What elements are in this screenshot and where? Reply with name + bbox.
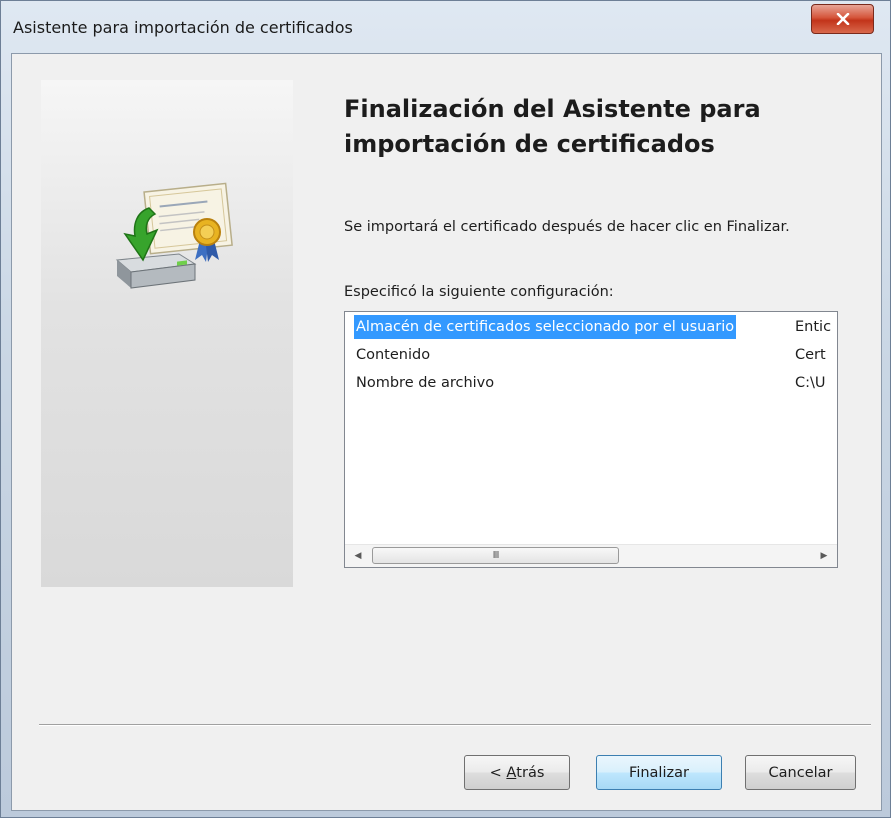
scrollbar-thumb[interactable]: III [372, 547, 619, 564]
button-separator [39, 724, 871, 726]
window-title: Asistente para importación de certificad… [13, 18, 353, 37]
scroll-left-arrow-icon[interactable]: ◀ [347, 545, 369, 567]
settings-list-label: Especificó la siguiente configuración: [344, 284, 614, 300]
finish-button[interactable]: Finalizar [596, 755, 722, 790]
back-button-label: trás [516, 764, 545, 781]
list-item-name: Contenido [356, 347, 431, 363]
finish-button-label: Finalizar [629, 764, 689, 781]
list-item-name: Nombre de archivo [356, 375, 495, 391]
back-button-prefix: < [489, 764, 507, 781]
list-item-value: Entic [795, 319, 832, 335]
list-item-value: C:\U [795, 375, 826, 391]
title-bar[interactable]: Asistente para importación de certificad… [1, 1, 890, 53]
wizard-heading: Finalización del Asistente para importac… [344, 95, 761, 158]
certificate-import-icon [109, 168, 239, 298]
close-icon [836, 13, 850, 25]
cancel-button[interactable]: Cancelar [745, 755, 856, 790]
list-item-value: Cert [795, 347, 826, 363]
wizard-description: Se importará el certificado después de h… [344, 219, 790, 235]
wizard-side-panel [41, 80, 293, 587]
list-item-name: Almacén de certificados seleccionado por… [354, 315, 737, 339]
wizard-client-area: Finalización del Asistente para importac… [11, 53, 882, 811]
cancel-button-label: Cancelar [768, 764, 833, 781]
back-button[interactable]: < Atrás [464, 755, 570, 790]
back-button-accelerator: A [506, 764, 517, 781]
scrollbar-grip: III [492, 550, 500, 561]
list-item[interactable]: Almacén de certificados seleccionado por… [345, 315, 837, 339]
horizontal-scrollbar[interactable]: ◀ III ▶ [345, 544, 837, 567]
wizard-window: Asistente para importación de certificad… [0, 0, 891, 818]
list-item[interactable]: Nombre de archivo C:\U [345, 371, 837, 395]
settings-list[interactable]: Almacén de certificados seleccionado por… [344, 311, 838, 568]
close-button[interactable] [811, 4, 874, 34]
list-item[interactable]: Contenido Cert [345, 343, 837, 367]
scroll-right-arrow-icon[interactable]: ▶ [813, 545, 835, 567]
